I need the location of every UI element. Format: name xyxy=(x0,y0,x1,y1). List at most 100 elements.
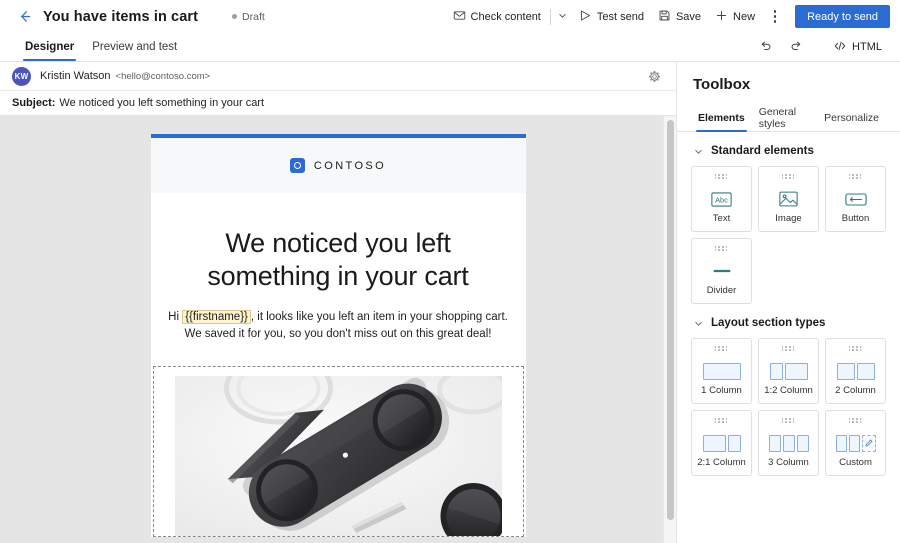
email-canvas[interactable]: CONTOSO We noticed you left something in… xyxy=(0,116,676,543)
email-hero-section[interactable]: We noticed you left something in your ca… xyxy=(151,193,526,293)
new-label: New xyxy=(733,10,756,23)
drag-handle-icon[interactable] xyxy=(781,346,796,351)
toolbox-title: Toolbox xyxy=(693,76,751,93)
section-header-layout-section-types[interactable]: Layout section types xyxy=(691,304,886,338)
arrow-left-icon[interactable] xyxy=(14,7,34,27)
layout-card-2-column-label: 2 Column xyxy=(835,385,876,396)
email-designer-app: You have items in cart Draft Check conte… xyxy=(0,0,900,543)
save-label: Save xyxy=(675,10,702,23)
toolbox-panel: Toolbox Elements General styles Personal… xyxy=(676,62,900,543)
undo-icon xyxy=(759,39,773,56)
drag-handle-icon[interactable] xyxy=(781,174,796,179)
ready-to-send-button[interactable]: Ready to send xyxy=(795,5,890,28)
email-document: CONTOSO We noticed you left something in… xyxy=(150,134,526,538)
email-header-section[interactable]: CONTOSO xyxy=(150,138,526,193)
element-card-divider[interactable]: Divider xyxy=(691,238,752,304)
workspace: KW Kristin Watson <hello@contoso.com> Su… xyxy=(0,62,900,543)
element-card-image-label: Image xyxy=(775,213,802,224)
layout-custom-icon xyxy=(835,429,876,457)
divider-icon xyxy=(711,257,733,285)
toolbox-tabs: Elements General styles Personalize xyxy=(677,104,900,132)
earbuds-product-image xyxy=(174,376,502,537)
layout-card-1-column-label: 1 Column xyxy=(701,385,742,396)
tab-elements[interactable]: Elements xyxy=(691,104,752,132)
body-after-token: , it looks like you left an item in your… xyxy=(250,310,508,323)
send-icon xyxy=(579,9,592,25)
layout-12col-icon xyxy=(769,357,808,385)
layout-card-2-1-column[interactable]: 2:1 Column xyxy=(691,410,752,476)
command-bar: You have items in cart Draft Check conte… xyxy=(0,0,900,33)
check-content-dropdown[interactable] xyxy=(553,4,572,30)
tab-designer[interactable]: Designer xyxy=(16,33,83,61)
layout-card-1-column[interactable]: 1 Column xyxy=(691,338,752,404)
tab-general-styles[interactable]: General styles xyxy=(752,104,817,131)
section-header-standard-elements[interactable]: Standard elements xyxy=(691,132,886,166)
chevron-down-icon xyxy=(693,318,704,329)
email-image-section[interactable] xyxy=(152,366,524,538)
subject-row[interactable]: Subject: We noticed you left something i… xyxy=(0,91,676,116)
layout-card-2-1-column-label: 2:1 Column xyxy=(697,457,746,468)
layout-card-3-column-label: 3 Column xyxy=(768,457,809,468)
tab-preview-and-test-label: Preview and test xyxy=(92,41,178,53)
layout-card-3-column[interactable]: 3 Column xyxy=(758,410,819,476)
redo-button[interactable] xyxy=(781,33,811,61)
tab-general-styles-label: General styles xyxy=(758,105,797,130)
element-card-button[interactable]: Button xyxy=(825,166,886,232)
layout-2col-icon xyxy=(836,357,875,385)
email-headline-line2: something in your cart xyxy=(207,260,469,291)
element-card-text-label: Text xyxy=(712,213,731,224)
more-vertical-icon[interactable] xyxy=(765,5,785,29)
plus-icon xyxy=(715,9,728,25)
drag-handle-icon[interactable] xyxy=(714,174,729,179)
element-card-divider-label: Divider xyxy=(706,285,737,296)
layout-card-1-2-column-label: 1:2 Column xyxy=(764,385,813,396)
drag-handle-icon[interactable] xyxy=(714,246,729,251)
canvas-scrollbar[interactable] xyxy=(663,116,676,543)
drag-handle-icon[interactable] xyxy=(781,418,796,423)
tab-preview-and-test[interactable]: Preview and test xyxy=(83,33,186,61)
tab-elements-label: Elements xyxy=(698,111,745,124)
layout-3col-icon xyxy=(768,429,809,457)
save-button[interactable]: Save xyxy=(651,4,708,30)
test-send-button[interactable]: Test send xyxy=(572,4,651,30)
check-content-button[interactable]: Check content xyxy=(446,4,548,30)
drag-handle-icon[interactable] xyxy=(848,346,863,351)
layout-card-custom[interactable]: Custom xyxy=(825,410,886,476)
new-button[interactable]: New xyxy=(708,4,762,30)
html-button[interactable]: HTML xyxy=(825,33,890,61)
drag-handle-icon[interactable] xyxy=(714,418,729,423)
test-send-label: Test send xyxy=(596,10,644,23)
layout-card-2-column[interactable]: 2 Column xyxy=(825,338,886,404)
layout-card-1-2-column[interactable]: 1:2 Column xyxy=(758,338,819,404)
section-title-layout-section-types: Layout section types xyxy=(711,317,826,329)
tab-designer-label: Designer xyxy=(25,41,75,53)
personalization-token[interactable]: {{firstname}} xyxy=(182,309,251,324)
element-card-text[interactable]: Abc Text xyxy=(691,166,752,232)
tab-personalize[interactable]: Personalize xyxy=(817,104,886,131)
tab-personalize-label: Personalize xyxy=(824,111,879,124)
layout-card-custom-label: Custom xyxy=(839,457,872,468)
drag-handle-icon[interactable] xyxy=(848,418,863,423)
drag-handle-icon[interactable] xyxy=(714,346,729,351)
subject-value: We noticed you left something in your ca… xyxy=(59,97,265,109)
body-prefix: Hi xyxy=(168,310,183,323)
layout-section-types-grid: 1 Column 1:2 Column 2 Column 2:1 Column … xyxy=(691,338,886,476)
email-body-text[interactable]: Hi {{firstname}}, it looks like you left… xyxy=(151,309,526,366)
svg-text:Abc: Abc xyxy=(715,195,728,204)
mail-check-icon xyxy=(453,9,466,25)
product-photo[interactable] xyxy=(174,376,502,537)
tabstrip-spacer xyxy=(186,33,751,61)
undo-button[interactable] xyxy=(751,33,781,61)
canvas-scrollbar-thumb[interactable] xyxy=(667,120,674,520)
text-abc-icon: Abc xyxy=(711,185,732,213)
email-headline-line1: We noticed you left xyxy=(225,228,451,258)
drag-handle-icon[interactable] xyxy=(848,174,863,179)
contoso-logo-text: CONTOSO xyxy=(313,159,387,172)
html-label: HTML xyxy=(852,41,882,53)
redo-icon xyxy=(789,39,803,56)
save-disk-icon xyxy=(658,9,671,25)
element-card-image[interactable]: Image xyxy=(758,166,819,232)
status-badge: Draft xyxy=(232,11,265,23)
command-divider xyxy=(549,8,551,25)
gear-icon[interactable] xyxy=(644,66,664,86)
